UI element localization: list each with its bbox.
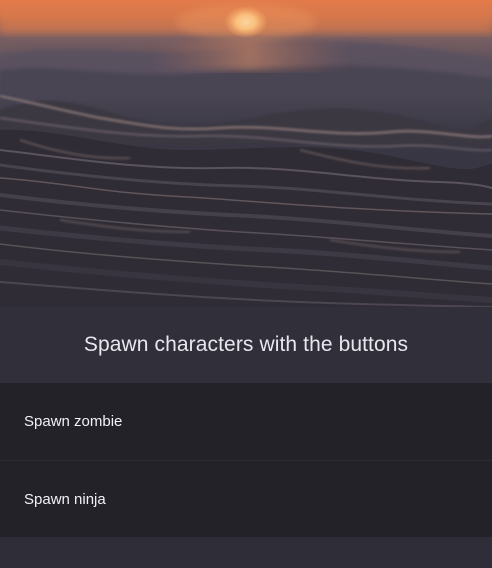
instruction-caption: Spawn characters with the buttons [0,307,492,383]
spawn-ninja-button[interactable]: Spawn ninja [0,460,492,537]
footer-strip [0,538,492,568]
hero-image [0,0,492,307]
app-root: Spawn characters with the buttons Spawn … [0,0,492,568]
spawn-button-list: Spawn zombie Spawn ninja [0,383,492,537]
spawn-zombie-button[interactable]: Spawn zombie [0,383,492,460]
ocean-sunset-photo [0,0,492,307]
